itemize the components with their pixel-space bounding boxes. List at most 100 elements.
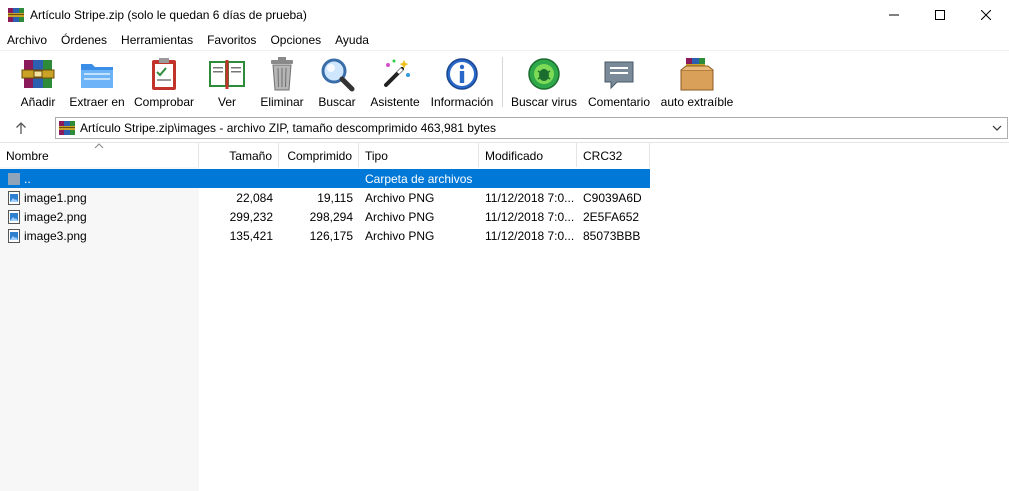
table-row[interactable]: image1.png 22,084 19,115 Archivo PNG 11/… [0, 188, 650, 207]
address-path: Artículo Stripe.zip\images - archivo ZIP… [80, 121, 496, 135]
menu-herramientas[interactable]: Herramientas [114, 30, 200, 50]
up-folder-button[interactable] [10, 118, 32, 138]
file-compressed: 19,115 [317, 190, 353, 205]
menu-archivo[interactable]: Archivo [0, 30, 54, 50]
close-icon [981, 10, 991, 20]
test-clipboard-icon [152, 58, 176, 90]
address-dropdown-button[interactable] [990, 121, 1004, 135]
row-name-cell: image1.png [0, 190, 199, 205]
file-size: 299,232 [229, 209, 273, 224]
comment-label: Comentario [587, 95, 651, 109]
chevron-down-icon [992, 125, 1002, 131]
address-bar[interactable]: Artículo Stripe.zip\images - archivo ZIP… [55, 117, 1008, 139]
address-row: Artículo Stripe.zip\images - archivo ZIP… [0, 115, 1009, 140]
trash-icon [271, 57, 293, 91]
view-button[interactable]: Ver [204, 54, 250, 112]
virus-scan-label: Buscar virus [510, 95, 578, 109]
winrar-books-icon [8, 8, 24, 22]
menu-ordenes[interactable]: Órdenes [54, 30, 114, 50]
test-button[interactable]: Comprobar [131, 54, 197, 112]
magnifier-icon [321, 58, 355, 92]
file-type: Archivo PNG [365, 209, 435, 224]
table-row[interactable]: image3.png 135,421 126,175 Archivo PNG 1… [0, 226, 650, 245]
column-header-modified[interactable]: Modificado [479, 143, 577, 167]
parent-folder-icon [8, 172, 20, 185]
list-rows: .. Carpeta de archivos image1.png 22,084… [0, 169, 650, 245]
sfx-button[interactable]: auto extraíble [660, 54, 734, 112]
comment-icon [604, 61, 634, 90]
column-header-crc32[interactable]: CRC32 [577, 143, 650, 167]
menu-bar: Archivo Órdenes Herramientas Favoritos O… [0, 30, 1009, 50]
maximize-icon [935, 10, 945, 20]
file-crc: C9039A6D [583, 190, 642, 205]
wizard-wand-icon [384, 59, 410, 87]
winrar-books-icon [59, 121, 75, 135]
file-type: Archivo PNG [365, 190, 435, 205]
menu-favoritos[interactable]: Favoritos [200, 30, 263, 50]
column-header-label: Tipo [365, 149, 388, 163]
file-name: .. [24, 171, 31, 186]
table-row[interactable]: image2.png 299,232 298,294 Archivo PNG 1… [0, 207, 650, 226]
test-label: Comprobar [133, 95, 195, 109]
file-type: Archivo PNG [365, 228, 435, 243]
maximize-button[interactable] [917, 0, 963, 30]
file-size: 135,421 [229, 228, 273, 243]
extract-button[interactable]: Extraer en [68, 54, 126, 112]
row-name-cell: image2.png [0, 209, 199, 224]
column-header-compressed[interactable]: Comprimido [279, 143, 359, 167]
column-header-type[interactable]: Tipo [359, 143, 479, 167]
window-title: Artículo Stripe.zip (solo le quedan 6 dí… [30, 8, 307, 22]
toolbar: Añadir Extraer en Comprobar Ver Eliminar… [0, 50, 1009, 114]
extract-folder-icon [81, 64, 113, 88]
find-label: Buscar [318, 95, 356, 109]
column-header-label: Modificado [485, 149, 544, 163]
file-modified: 11/12/2018 7:0... [485, 209, 575, 224]
column-header-label: Nombre [6, 149, 49, 163]
file-name: image1.png [24, 190, 87, 205]
file-crc: 85073BBB [583, 228, 641, 243]
info-label: Información [430, 95, 494, 109]
column-header-label: Tamaño [229, 149, 272, 163]
file-list[interactable]: Nombre Tamaño Comprimido Tipo Modificado… [0, 142, 1009, 491]
file-compressed: 298,294 [309, 209, 353, 224]
menu-ayuda[interactable]: Ayuda [328, 30, 376, 50]
minimize-button[interactable] [871, 0, 917, 30]
title-bar: Artículo Stripe.zip (solo le quedan 6 dí… [0, 0, 1009, 30]
file-modified: 11/12/2018 7:0... [485, 190, 575, 205]
image-file-icon [8, 190, 20, 205]
add-button[interactable]: Añadir [17, 54, 59, 112]
column-header-size[interactable]: Tamaño [199, 143, 279, 167]
table-row[interactable]: .. Carpeta de archivos [0, 169, 650, 188]
window-controls [871, 0, 1009, 30]
extract-label: Extraer en [69, 95, 125, 109]
up-arrow-icon [16, 122, 26, 134]
sort-ascending-icon [94, 143, 104, 149]
virus-scan-button[interactable]: Buscar virus [511, 54, 577, 112]
file-type: Carpeta de archivos [365, 171, 473, 186]
toolbar-separator [502, 57, 503, 107]
image-file-icon [8, 209, 20, 224]
delete-label: Eliminar [260, 95, 304, 109]
virus-scan-icon [528, 58, 560, 90]
add-label: Añadir [20, 95, 56, 109]
info-button[interactable]: Información [428, 54, 496, 112]
menu-opciones[interactable]: Opciones [263, 30, 328, 50]
find-button[interactable]: Buscar [314, 54, 360, 112]
add-archive-icon [21, 60, 55, 88]
comment-button[interactable]: Comentario [586, 54, 652, 112]
column-header-label: CRC32 [583, 149, 623, 163]
file-modified: 11/12/2018 7:0... [485, 228, 575, 243]
delete-button[interactable]: Eliminar [257, 54, 307, 112]
file-name: image3.png [24, 228, 87, 243]
info-icon [446, 58, 478, 90]
minimize-icon [889, 14, 899, 16]
sfx-box-icon [680, 58, 714, 91]
column-header-name[interactable]: Nombre [0, 143, 199, 167]
wizard-button[interactable]: Asistente [367, 54, 423, 112]
sfx-label: auto extraíble [660, 95, 734, 109]
row-name-cell: image3.png [0, 228, 199, 243]
column-header-label: Comprimido [287, 149, 352, 163]
file-name: image2.png [24, 209, 87, 224]
file-size: 22,084 [236, 190, 273, 205]
close-button[interactable] [963, 0, 1009, 30]
